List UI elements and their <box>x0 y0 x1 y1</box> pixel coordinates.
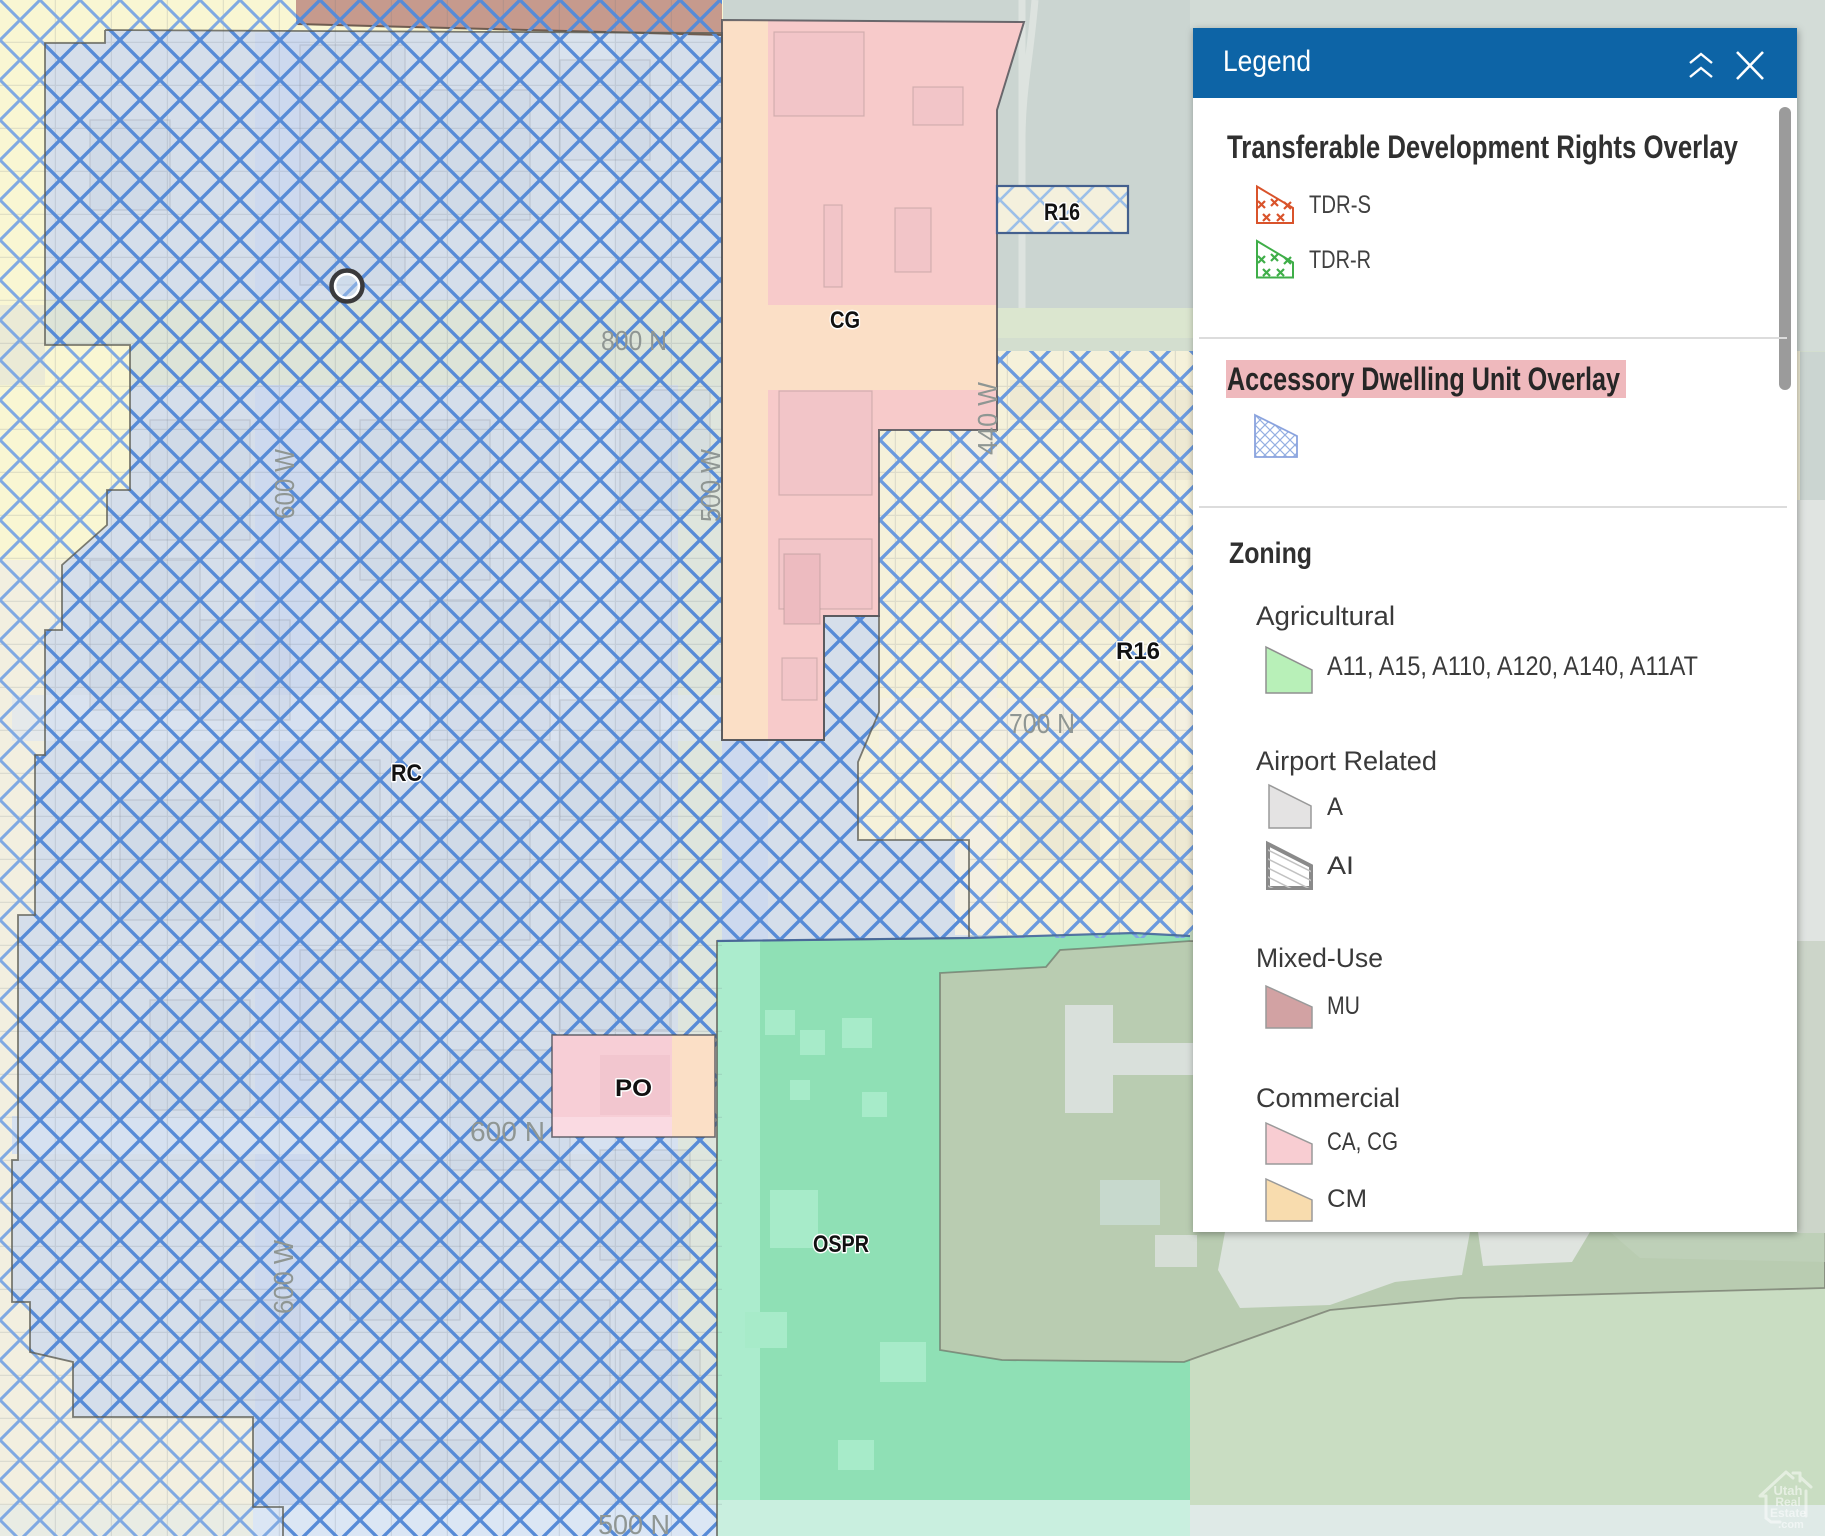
svg-text:MU: MU <box>1327 992 1360 1020</box>
svg-text:CG: CG <box>830 307 860 334</box>
svg-text:R16: R16 <box>1044 199 1080 226</box>
svg-text:Mixed-Use: Mixed-Use <box>1256 943 1383 973</box>
svg-text:Transferable Development Right: Transferable Development Rights Overlay <box>1227 129 1738 165</box>
svg-text:A11, A15, A110, A120, A140, A1: A11, A15, A110, A120, A140, A11AT <box>1327 651 1698 681</box>
svg-text:CM: CM <box>1327 1185 1367 1213</box>
svg-text:Accessory Dwelling Unit Overla: Accessory Dwelling Unit Overlay <box>1227 361 1620 397</box>
svg-text:500 W: 500 W <box>695 448 726 522</box>
svg-text:600 W: 600 W <box>269 449 300 519</box>
svg-text:OSPR: OSPR <box>813 1231 869 1258</box>
svg-text:Estate: Estate <box>1770 1506 1806 1520</box>
svg-text:600 W: 600 W <box>268 1239 299 1314</box>
svg-text:800 N: 800 N <box>601 325 667 356</box>
svg-text:700 N: 700 N <box>1009 708 1075 739</box>
svg-text:440 W: 440 W <box>972 381 1003 455</box>
svg-text:500 N: 500 N <box>598 1509 670 1536</box>
svg-text:600 N: 600 N <box>470 1116 545 1147</box>
svg-text:TDR-S: TDR-S <box>1309 191 1371 219</box>
svg-text:TDR-R: TDR-R <box>1309 246 1371 274</box>
svg-text:Commercial: Commercial <box>1256 1083 1400 1113</box>
svg-text:A: A <box>1327 793 1343 821</box>
svg-text:.com: .com <box>1778 1519 1804 1531</box>
svg-text:AI: AI <box>1327 852 1354 880</box>
svg-text:Zoning: Zoning <box>1229 537 1312 570</box>
svg-text:CA, CG: CA, CG <box>1327 1128 1398 1156</box>
svg-text:Agricultural: Agricultural <box>1256 601 1395 631</box>
svg-text:R16: R16 <box>1116 638 1160 665</box>
svg-text:RC: RC <box>391 760 422 787</box>
svg-text:PO: PO <box>615 1075 652 1102</box>
svg-text:Legend: Legend <box>1223 45 1311 78</box>
svg-text:Airport Related: Airport Related <box>1256 746 1437 776</box>
